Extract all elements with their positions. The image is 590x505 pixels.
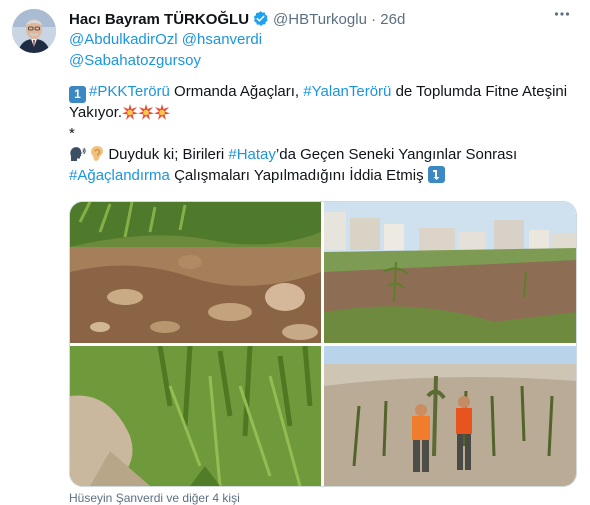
hashtag-link[interactable]: #Hatay — [228, 146, 276, 163]
mention-link[interactable]: @Sabahatozgursoy — [69, 52, 201, 69]
tweet-time[interactable]: 26d — [380, 11, 405, 28]
user-avatar-photo — [12, 9, 56, 53]
collision-emoji-icon — [138, 104, 155, 126]
text-segment: de Toplumda Fitne Ateşini — [391, 83, 568, 100]
hashtag-link[interactable]: #PKKTerörü — [89, 83, 170, 100]
arrow-down-right-emoji-icon — [427, 166, 445, 189]
tweet-text: @AbdulkadirOzl @hsanverdi @Sabahatozgurs… — [69, 29, 569, 186]
text-segment: Duyduk ki; Birileri — [104, 146, 229, 163]
collision-emoji-icon — [122, 104, 139, 126]
hashtag-link[interactable]: #Ağaçlandırma — [69, 167, 170, 184]
hashtag-link[interactable]: #YalanTerörü — [303, 83, 391, 100]
separator-dot: · — [371, 11, 377, 28]
asterisk-text: * — [69, 125, 75, 142]
photo-workers-planting-saplings[interactable] — [324, 346, 576, 486]
keycap-one-emoji: 1 — [69, 86, 86, 103]
more-horizontal-icon — [554, 12, 570, 16]
media-grid — [69, 201, 577, 487]
mention-link[interactable]: @AbdulkadirOzl — [69, 31, 178, 48]
text-segment: Yakıyor. — [69, 104, 123, 121]
tweet: Hacı Bayram TÜRKOĞLU @HBTurkoglu · 26d @A… — [0, 0, 590, 505]
mention-link[interactable]: @hsanverdi — [182, 31, 262, 48]
collision-emoji-icon — [154, 104, 171, 126]
text-segment: Ormanda Ağaçları, — [169, 83, 304, 100]
photo-hillside-saplings-apartments[interactable] — [324, 202, 576, 343]
author-handle[interactable]: @HBTurkoglu — [273, 11, 367, 28]
text-segment: Çalışmaları Yapılmadığını İddia Etmiş — [169, 167, 428, 184]
author-name[interactable]: Hacı Bayram TÜRKOĞLU — [69, 11, 249, 28]
photo-dense-pine-seedlings[interactable] — [70, 346, 321, 486]
verified-badge-icon — [252, 10, 269, 31]
more-options-button[interactable] — [552, 8, 572, 28]
liked-by-text[interactable]: Hüseyin Şanverdi ve diğer 4 kişi — [69, 491, 240, 505]
author-avatar[interactable] — [12, 9, 56, 53]
photo-pine-seedlings-rocky-soil[interactable] — [70, 202, 321, 343]
text-segment: ’da Geçen Seneki Yangınlar Sonrası — [275, 146, 518, 163]
tweet-header: Hacı Bayram TÜRKOĞLU @HBTurkoglu · 26d — [69, 10, 405, 30]
